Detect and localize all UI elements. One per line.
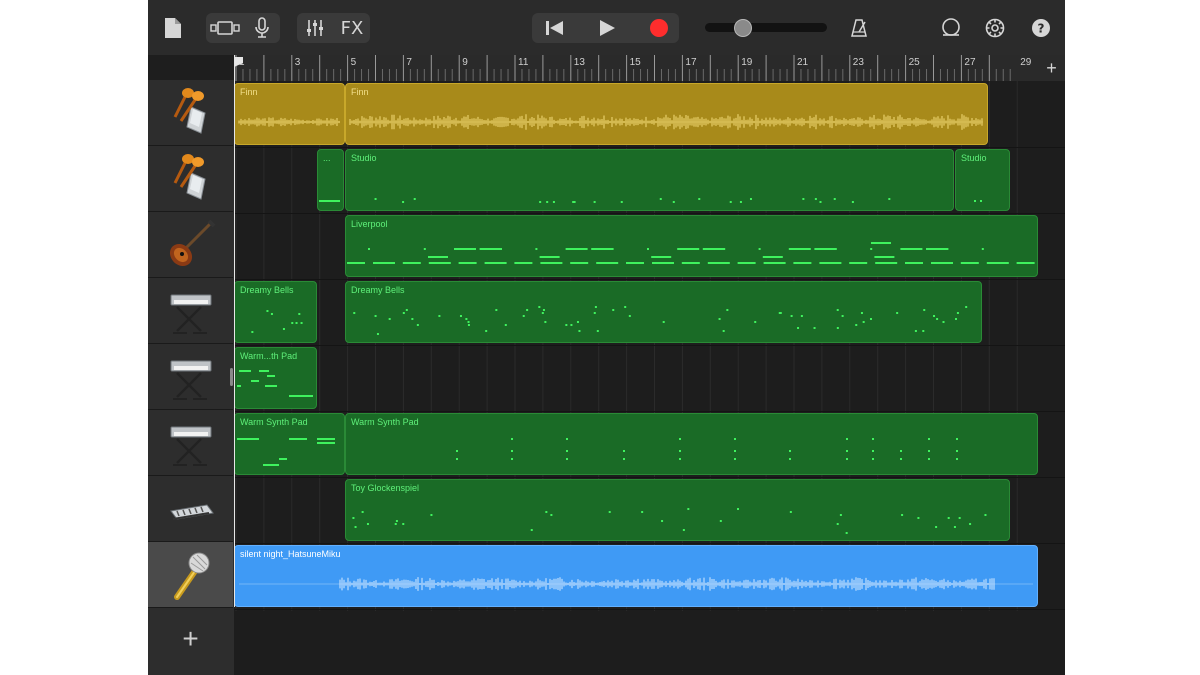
- help-icon[interactable]: ?: [1028, 14, 1054, 42]
- playhead[interactable]: [234, 55, 235, 607]
- midi-region[interactable]: Warm Synth Pad: [234, 413, 345, 475]
- view-toggle-icon[interactable]: [208, 14, 242, 42]
- track-header-5[interactable]: [148, 344, 233, 410]
- track-lane-4[interactable]: Dreamy Bells Dreamy Bells: [234, 279, 1065, 346]
- region-label: ...: [323, 153, 331, 163]
- waveform: [349, 114, 983, 130]
- shaker-icon: [173, 153, 206, 200]
- audio-region[interactable]: Finn: [234, 83, 345, 145]
- fx-button[interactable]: FX: [336, 14, 368, 42]
- midi-region[interactable]: Dreamy Bells: [345, 281, 982, 343]
- ruler-bar-number: 17: [685, 57, 697, 68]
- ruler-bar-number: 3: [294, 57, 301, 68]
- header-resize-handle[interactable]: [230, 368, 233, 386]
- tracks-area[interactable]: Finn Finn ... Studio Studio Liverpool Dr…: [234, 81, 1065, 675]
- midi-region[interactable]: Liverpool: [345, 215, 1038, 277]
- play-icon[interactable]: [590, 14, 624, 42]
- ruler-bar-number: 15: [629, 57, 641, 68]
- shaker-icon: [173, 87, 206, 134]
- audio-region[interactable]: silent night_HatsuneMiku: [234, 545, 1038, 607]
- midi-region[interactable]: Toy Glockenspiel: [345, 479, 1010, 541]
- track-lane-7[interactable]: Toy Glockenspiel: [234, 477, 1065, 544]
- microphone-icon[interactable]: [250, 14, 274, 42]
- timeline-ruler[interactable]: 1357911131517192123252729: [234, 55, 1065, 82]
- ruler-bar-number: 11: [518, 57, 529, 68]
- track-header-6[interactable]: [148, 410, 233, 476]
- ruler-bar-number: 23: [852, 57, 864, 68]
- track-header-7[interactable]: [148, 476, 233, 542]
- keyboard-stand-icon: [170, 426, 211, 466]
- keyboard-stand-icon: [170, 360, 211, 400]
- track-headers: +: [148, 80, 234, 675]
- midi-region[interactable]: Dreamy Bells: [234, 281, 317, 343]
- ruler-bar-number: 7: [406, 57, 412, 68]
- region-label: Warm Synth Pad: [240, 417, 308, 427]
- midi-notes: [456, 438, 958, 460]
- keyboard-stand-icon: [170, 294, 211, 334]
- midi-notes: [347, 242, 1035, 264]
- volume-slider-knob[interactable]: [734, 19, 752, 37]
- track-header-8[interactable]: [148, 542, 233, 608]
- toolbar: FX ?: [148, 0, 1065, 55]
- midi-notes: [251, 310, 303, 333]
- ruler-bar-number: 13: [573, 57, 585, 68]
- ruler-bar-number: 19: [741, 57, 753, 68]
- waveform: [239, 577, 1033, 591]
- ruler-bar-number: 27: [964, 57, 976, 68]
- midi-notes: [374, 198, 891, 203]
- mixer-icon[interactable]: [302, 14, 328, 42]
- document-icon[interactable]: [162, 14, 184, 42]
- midi-notes: [352, 508, 987, 534]
- midi-region[interactable]: Warm Synth Pad: [345, 413, 1038, 475]
- ruler-bar-number: 5: [350, 57, 357, 68]
- midi-region[interactable]: Studio: [955, 149, 1010, 211]
- midi-notes: [353, 306, 968, 335]
- waveform: [238, 117, 340, 127]
- track-lane-5[interactable]: Warm...th Pad: [234, 345, 1065, 412]
- settings-icon[interactable]: [982, 14, 1008, 42]
- microphone-vocal-icon: [173, 552, 209, 600]
- track-lane-1[interactable]: Finn Finn: [234, 81, 1065, 148]
- region-label: Warm...th Pad: [240, 351, 298, 361]
- track-lane-6[interactable]: Warm Synth Pad Warm Synth Pad: [234, 411, 1065, 478]
- midi-region[interactable]: Studio: [345, 149, 954, 211]
- midi-region[interactable]: ...: [317, 149, 344, 211]
- glockenspiel-icon: [169, 503, 214, 520]
- record-icon[interactable]: [642, 14, 676, 42]
- ruler-bar-number: 9: [462, 57, 468, 68]
- track-lane-3[interactable]: Liverpool: [234, 213, 1065, 280]
- metronome-icon[interactable]: [846, 14, 872, 42]
- garageband-window: FX ? 1357911131517192123252729 +: [148, 0, 1065, 675]
- ruler-bar-number: 29: [1020, 57, 1032, 68]
- loop-icon[interactable]: [938, 14, 964, 42]
- svg-text:?: ?: [1038, 22, 1045, 36]
- ruler-bar-number: 21: [797, 57, 809, 68]
- add-section-button[interactable]: +: [1038, 57, 1065, 79]
- region-label: Studio: [961, 153, 987, 163]
- track-lane-2[interactable]: ... Studio Studio: [234, 147, 1065, 214]
- track-header-2[interactable]: [148, 146, 233, 212]
- track-lane-8[interactable]: silent night_HatsuneMiku: [234, 543, 1065, 610]
- add-track-button[interactable]: +: [148, 610, 233, 668]
- rewind-icon[interactable]: [538, 14, 572, 42]
- ruler-bar-number: 25: [908, 57, 920, 68]
- audio-region[interactable]: Finn: [345, 83, 988, 145]
- track-header-3[interactable]: [148, 212, 233, 278]
- track-header-4[interactable]: [148, 278, 233, 344]
- volume-slider[interactable]: [705, 23, 827, 32]
- bass-guitar-icon: [169, 219, 215, 266]
- midi-region[interactable]: Warm...th Pad: [234, 347, 317, 409]
- track-header-1[interactable]: [148, 80, 233, 146]
